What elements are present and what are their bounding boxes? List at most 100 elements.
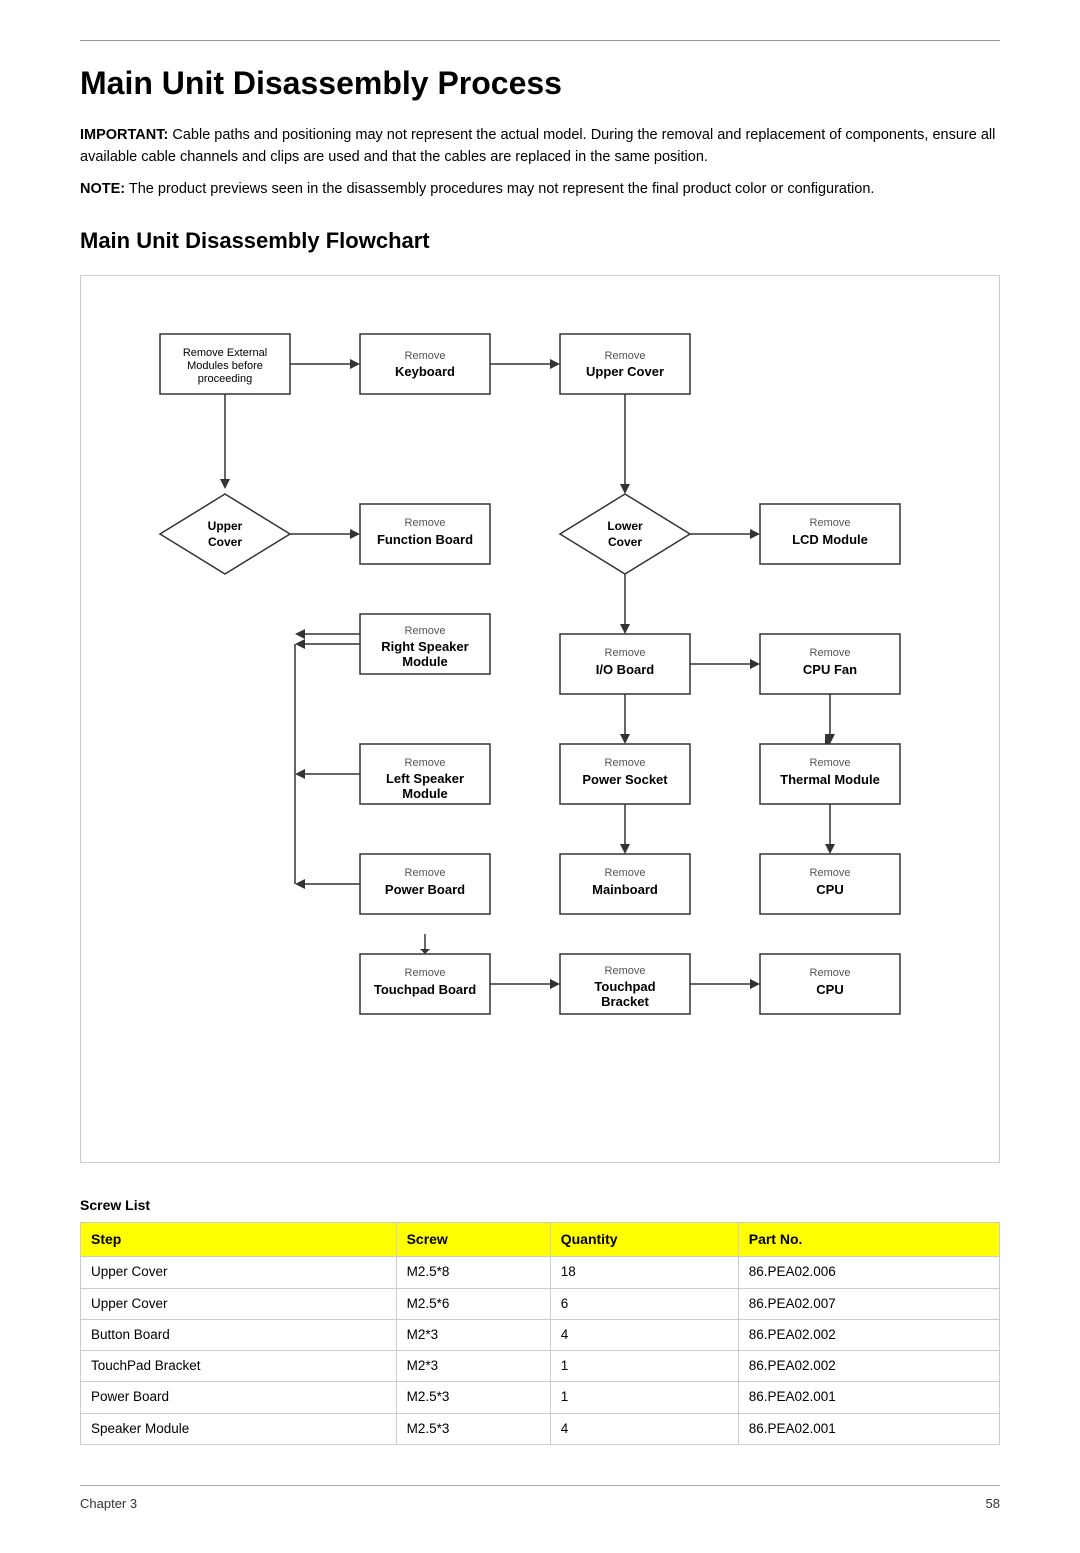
lcd-small: Remove bbox=[810, 517, 851, 529]
qty-cell: 1 bbox=[550, 1382, 738, 1413]
arrowhead-keyboard-uppercover bbox=[550, 359, 560, 369]
screw-table-body: Upper Cover M2.5*8 18 86.PEA02.006 Upper… bbox=[81, 1257, 1000, 1445]
important-paragraph: IMPORTANT: Cable paths and positioning m… bbox=[80, 125, 1000, 169]
partno-cell: 86.PEA02.001 bbox=[738, 1413, 999, 1444]
arrowhead-ls-left bbox=[295, 769, 305, 779]
flowchart-svg-row6: Remove Touchpad Board Remove Touchpad Br… bbox=[150, 934, 930, 1134]
ps-small: Remove bbox=[605, 757, 646, 769]
mb-bold: Mainboard bbox=[592, 882, 658, 897]
start-text-1: Remove External bbox=[183, 347, 267, 359]
screw-cell: M2.5*6 bbox=[396, 1288, 550, 1319]
footer-right: 58 bbox=[986, 1494, 1000, 1514]
qty-cell: 6 bbox=[550, 1288, 738, 1319]
partno-cell: 86.PEA02.006 bbox=[738, 1257, 999, 1288]
table-row: Upper Cover M2.5*6 6 86.PEA02.007 bbox=[81, 1288, 1000, 1319]
partno-cell: 86.PEA02.007 bbox=[738, 1288, 999, 1319]
screw-table: Step Screw Quantity Part No. Upper Cover… bbox=[80, 1222, 1000, 1445]
ls-small: Remove bbox=[405, 757, 446, 769]
keyboard-label-bold: Keyboard bbox=[395, 364, 455, 379]
io-small: Remove bbox=[605, 647, 646, 659]
uc-diamond-text1: Upper bbox=[208, 519, 243, 533]
cpu-r6-small: Remove bbox=[810, 967, 851, 979]
important-label: IMPORTANT: bbox=[80, 127, 168, 143]
footer-left: Chapter 3 bbox=[80, 1494, 137, 1514]
footer: Chapter 3 58 bbox=[80, 1485, 1000, 1514]
pb-bold: Power Board bbox=[385, 882, 465, 897]
step-cell: Button Board bbox=[81, 1319, 397, 1350]
uc-diamond-text2: Cover bbox=[208, 535, 242, 549]
step-cell: Upper Cover bbox=[81, 1288, 397, 1319]
arrowhead-io-ps bbox=[620, 734, 630, 744]
qty-cell: 18 bbox=[550, 1257, 738, 1288]
screw-cell: M2*3 bbox=[396, 1319, 550, 1350]
tpbr-bold1: Touchpad bbox=[594, 979, 655, 994]
arrowhead-rs-left bbox=[295, 639, 305, 649]
screw-table-header: Step Screw Quantity Part No. bbox=[81, 1223, 1000, 1257]
table-row: TouchPad Bracket M2*3 1 86.PEA02.002 bbox=[81, 1351, 1000, 1382]
step-cell: TouchPad Bracket bbox=[81, 1351, 397, 1382]
arrowhead-uc-lc bbox=[620, 484, 630, 494]
fb-bold: Function Board bbox=[377, 532, 473, 547]
fb-small: Remove bbox=[405, 517, 446, 529]
arrowhead-bracket-cpu bbox=[750, 979, 760, 989]
mb-small: Remove bbox=[605, 867, 646, 879]
lower-cover-diamond bbox=[560, 494, 690, 574]
partno-cell: 86.PEA02.002 bbox=[738, 1351, 999, 1382]
arrowhead-lc-lcd bbox=[750, 529, 760, 539]
upper-cover-diamond bbox=[160, 494, 290, 574]
screw-cell: M2.5*3 bbox=[396, 1413, 550, 1444]
lc-diamond-text1: Lower bbox=[607, 519, 643, 533]
table-row: Button Board M2*3 4 86.PEA02.002 bbox=[81, 1319, 1000, 1350]
tpbr-small: Remove bbox=[605, 965, 646, 977]
qty-cell: 4 bbox=[550, 1413, 738, 1444]
arrowhead-start-keyboard bbox=[350, 359, 360, 369]
tm-small: Remove bbox=[810, 757, 851, 769]
tm-bold: Thermal Module bbox=[780, 772, 880, 787]
arrowhead-tpb-bracket bbox=[550, 979, 560, 989]
table-row: Upper Cover M2.5*8 18 86.PEA02.006 bbox=[81, 1257, 1000, 1288]
partno-cell: 86.PEA02.001 bbox=[738, 1382, 999, 1413]
arrowhead-io-cpufan bbox=[750, 659, 760, 669]
col-quantity: Quantity bbox=[550, 1223, 738, 1257]
cpu-r6-bold: CPU bbox=[816, 982, 843, 997]
flowchart-container: Remove External Modules before proceedin… bbox=[80, 275, 1000, 1163]
screw-cell: M2*3 bbox=[396, 1351, 550, 1382]
rs-bold1: Right Speaker bbox=[381, 639, 468, 654]
partno-cell: 86.PEA02.002 bbox=[738, 1319, 999, 1350]
start-text-2: Modules before bbox=[187, 360, 263, 372]
arrowhead-tm-cpu bbox=[825, 844, 835, 854]
lcd-bold: LCD Module bbox=[792, 532, 868, 547]
screw-cell: M2.5*3 bbox=[396, 1382, 550, 1413]
flowchart-title: Main Unit Disassembly Flowchart bbox=[80, 224, 1000, 257]
arrowhead-ucd-fb bbox=[350, 529, 360, 539]
tpb-bold: Touchpad Board bbox=[374, 982, 476, 997]
screw-cell: M2.5*8 bbox=[396, 1257, 550, 1288]
important-text: Cable paths and positioning may not repr… bbox=[80, 127, 995, 165]
io-bold: I/O Board bbox=[596, 662, 655, 677]
upper-cover-top-small: Remove bbox=[605, 350, 646, 362]
qty-cell: 1 bbox=[550, 1351, 738, 1382]
note-label: NOTE: bbox=[80, 181, 125, 197]
flowchart-svg: Remove External Modules before proceedin… bbox=[150, 304, 930, 944]
table-row: Speaker Module M2.5*3 4 86.PEA02.001 bbox=[81, 1413, 1000, 1444]
keyboard-label-small: Remove bbox=[405, 350, 446, 362]
col-screw: Screw bbox=[396, 1223, 550, 1257]
step-cell: Power Board bbox=[81, 1382, 397, 1413]
cpu-small: Remove bbox=[810, 867, 851, 879]
cf-bold: CPU Fan bbox=[803, 662, 857, 677]
ls-bold1: Left Speaker bbox=[386, 771, 464, 786]
qty-cell: 4 bbox=[550, 1319, 738, 1350]
screw-list-title: Screw List bbox=[80, 1195, 1000, 1216]
tpb-small: Remove bbox=[405, 967, 446, 979]
ps-bold: Power Socket bbox=[582, 772, 668, 787]
arrowhead-fb-rs bbox=[295, 629, 305, 639]
col-step: Step bbox=[81, 1223, 397, 1257]
lc-diamond-text2: Cover bbox=[608, 535, 642, 549]
col-partno: Part No. bbox=[738, 1223, 999, 1257]
arrowhead-pb-left bbox=[295, 879, 305, 889]
pb-small: Remove bbox=[405, 867, 446, 879]
note-paragraph: NOTE: The product previews seen in the d… bbox=[80, 179, 1000, 201]
rs-small: Remove bbox=[405, 625, 446, 637]
tpbr-bold2: Bracket bbox=[601, 994, 649, 1009]
arrowhead-ps-mb bbox=[620, 844, 630, 854]
